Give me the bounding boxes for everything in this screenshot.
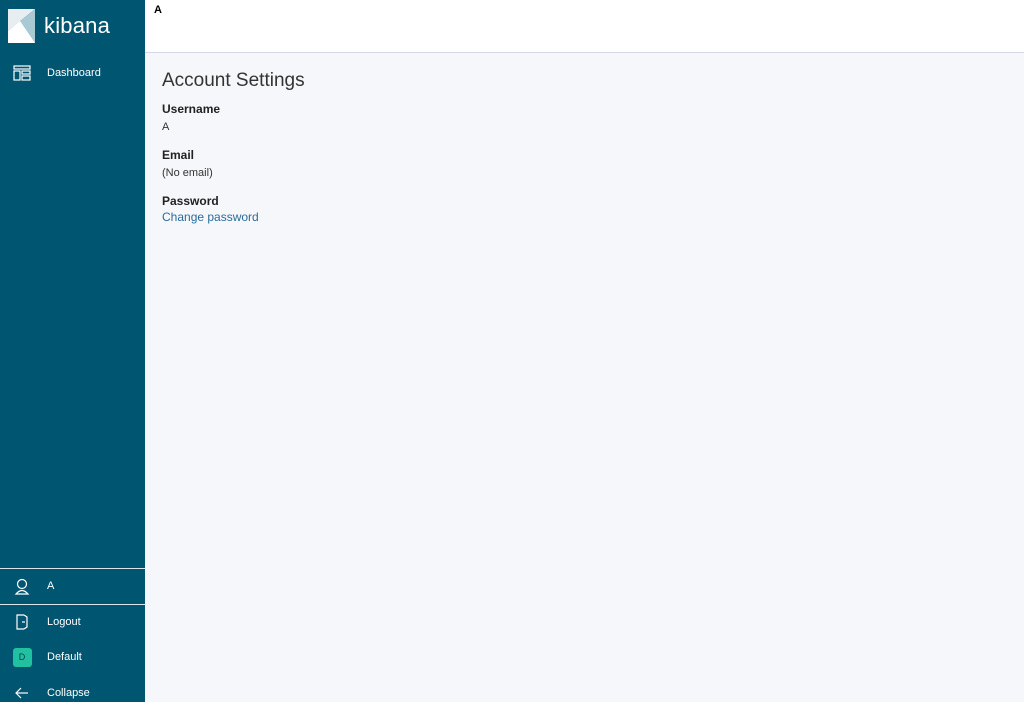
password-label: Password — [162, 194, 219, 208]
sidebar: kibana Dashboard A Logout D Default Coll… — [0, 0, 145, 702]
kibana-logo-icon — [8, 9, 35, 43]
space-avatar-wrap: D — [12, 647, 32, 667]
page-title: Account Settings — [162, 70, 305, 91]
sidebar-item-dashboard[interactable]: Dashboard — [0, 55, 145, 91]
breadcrumb[interactable]: A — [154, 4, 162, 16]
email-value: (No email) — [162, 167, 213, 179]
dashboard-icon — [12, 63, 32, 83]
arrow-left-icon — [12, 683, 32, 702]
account-settings-panel: Account Settings Username A Email (No em… — [162, 70, 305, 226]
user-icon — [12, 576, 32, 596]
logout-label: Logout — [47, 616, 81, 628]
username-label: Username — [162, 102, 221, 116]
space-avatar: D — [12, 647, 32, 667]
collapse-label: Collapse — [47, 687, 90, 699]
username-value: A — [162, 121, 170, 133]
sidebar-item-label: Dashboard — [47, 67, 101, 79]
email-label: Email — [162, 148, 195, 162]
space-label: Default — [47, 651, 82, 663]
kibana-logo[interactable]: kibana — [8, 8, 110, 44]
logout-button[interactable]: Logout — [0, 604, 145, 640]
logout-icon — [12, 612, 32, 632]
brand-name: kibana — [44, 13, 111, 38]
sidebar-item-user[interactable]: A — [0, 568, 145, 604]
space-selector[interactable]: D Default — [0, 639, 145, 675]
change-password-link[interactable]: Change password — [162, 210, 259, 224]
header-bar: A — [145, 0, 1024, 53]
collapse-button[interactable]: Collapse — [0, 675, 145, 702]
user-name: A — [47, 580, 55, 592]
